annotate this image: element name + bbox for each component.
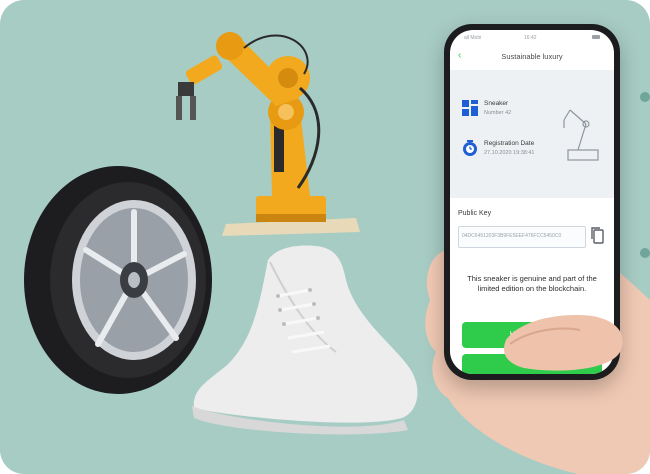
product-panel: Sneaker Number 42 Registration Date 27.1… xyxy=(450,70,614,198)
product-label: Sneaker xyxy=(484,100,509,107)
hero-image: all Mobi 16:42 ‹ Sustainable luxury Snea… xyxy=(0,0,650,474)
copy-icon[interactable] xyxy=(590,226,604,244)
thumb-illustration xyxy=(504,315,623,371)
clock-badge-icon xyxy=(463,140,477,156)
app-title: Sustainable luxury xyxy=(501,52,563,61)
decor-dot xyxy=(640,92,650,102)
product-number: Number 42 xyxy=(484,110,512,116)
public-key-field[interactable]: 04DC6451203F3B9FE5EEF476FCC5450C0 xyxy=(458,226,586,248)
sneaker-illustration xyxy=(192,245,418,435)
app-bar: ‹ Sustainable luxury xyxy=(450,44,614,66)
status-time: 16:42 xyxy=(524,35,537,41)
status-carrier: all Mobi xyxy=(464,35,482,41)
public-key-value: 04DC6451203F3B9FE5EEF476FCC5450C0 xyxy=(462,233,562,239)
verification-message: This sneaker is genuine and part of the … xyxy=(467,274,597,293)
registration-value: 27.10.2020 19:38:41 xyxy=(484,150,535,156)
robot-outline-icon xyxy=(563,109,599,161)
grid-blocks-icon xyxy=(462,100,478,116)
registration-label: Registration Date xyxy=(484,140,535,147)
battery-icon xyxy=(592,35,600,39)
public-key-label: Public Key xyxy=(458,210,492,217)
